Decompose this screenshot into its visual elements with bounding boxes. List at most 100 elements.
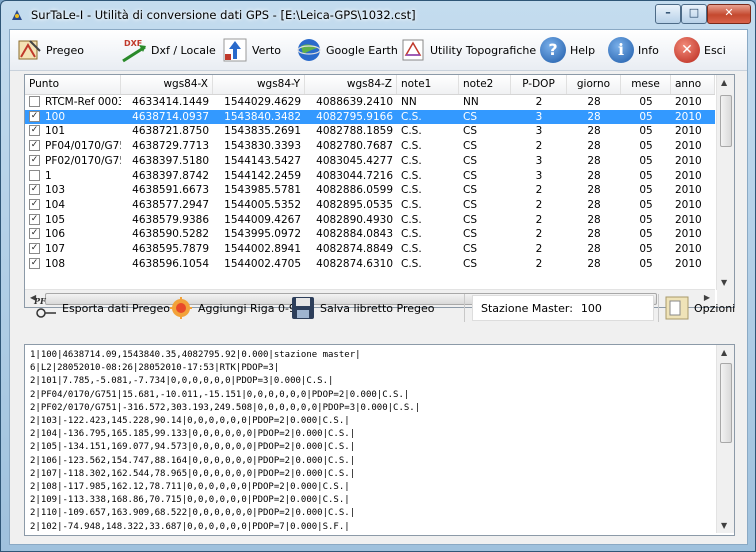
table-row[interactable]: 1 4638397.8742 1544142.2459 4083044.7216 C.S… bbox=[25, 169, 715, 184]
table-cell: 4082788.1859 bbox=[316, 125, 393, 138]
pregeo-button[interactable]: Pregeo bbox=[16, 36, 84, 64]
dxf-locale-button[interactable]: DXF Dxf / Locale bbox=[121, 36, 216, 64]
table-cell: 4082884.0843 bbox=[316, 228, 393, 241]
aggiungi-riga-button[interactable]: Aggiungi Riga 0-9 bbox=[168, 295, 296, 321]
save-floppy-icon bbox=[292, 297, 314, 319]
table-cell: 05 bbox=[639, 154, 653, 167]
column-header-wgs84-x[interactable]: wgs84-X bbox=[121, 75, 213, 94]
column-header-punto[interactable]: Punto bbox=[25, 75, 121, 94]
table-cell: 2 bbox=[535, 213, 543, 226]
table-cell: 1 bbox=[45, 169, 52, 182]
help-button[interactable]: ? Help bbox=[540, 36, 595, 64]
table-cell: 1543830.3393 bbox=[224, 140, 301, 153]
esci-button[interactable]: ✕ Esci bbox=[674, 36, 726, 64]
aggiungi-label: Aggiungi Riga 0-9 bbox=[198, 301, 296, 315]
scroll-down-arrow-icon[interactable]: ▼ bbox=[721, 521, 727, 530]
table-cell: 3 bbox=[535, 110, 543, 123]
row-checkbox[interactable]: ✓ bbox=[29, 198, 40, 210]
output-line: 2|103|-122.423,145.228,90.14|0,0,0,0,0,0… bbox=[30, 416, 350, 427]
table-cell: 106 bbox=[45, 228, 66, 241]
table-row[interactable]: ✓ 100 4638714.0937 1543840.3482 4082795.9166… bbox=[25, 109, 715, 125]
table-row[interactable]: ✓ 107 4638595.7879 1544002.8941 4082874.8849… bbox=[25, 242, 715, 257]
column-header-note1[interactable]: note1 bbox=[397, 75, 459, 94]
column-header-giorno[interactable]: giorno bbox=[567, 75, 621, 94]
column-header-wgs84-y[interactable]: wgs84-Y bbox=[213, 75, 305, 94]
table-cell: 101 bbox=[45, 125, 66, 138]
export-pregeo-icon: PF bbox=[33, 296, 56, 318]
grid-vertical-scrollbar[interactable]: ▲ ▼ bbox=[716, 75, 734, 290]
globe-icon bbox=[297, 39, 321, 61]
close-button[interactable]: ✕ bbox=[707, 4, 751, 24]
table-cell: 28 bbox=[587, 228, 601, 241]
google-earth-button[interactable]: Google Earth bbox=[296, 36, 398, 64]
row-checkbox[interactable]: ✓ bbox=[29, 125, 40, 137]
column-header-wgs84-z[interactable]: wgs84-Z bbox=[305, 75, 397, 94]
table-cell: 4638397.5180 bbox=[132, 154, 209, 167]
title-bar[interactable]: SurTaLe-I - Utilità di conversione dati … bbox=[1, 1, 755, 29]
info-button[interactable]: i Info bbox=[608, 36, 659, 64]
maximize-button[interactable]: □ bbox=[681, 4, 707, 24]
table-cell: 05 bbox=[639, 198, 653, 211]
table-cell: PF02/0170/G751 bbox=[45, 154, 121, 167]
add-row-icon bbox=[170, 297, 192, 319]
esporta-dati-pregeo-button[interactable]: PF Esporta dati Pregeo bbox=[32, 295, 170, 321]
stazione-master-value: 100 bbox=[580, 301, 602, 315]
output-line: 2|102|-74.948,148.322,33.687|0,0,0,0,0,0… bbox=[30, 521, 350, 532]
scroll-up-arrow-icon[interactable]: ▲ bbox=[721, 348, 727, 357]
esci-label: Esci bbox=[704, 43, 726, 57]
grid-header: Punto wgs84-X wgs84-Y wgs84-Z note1 note… bbox=[25, 75, 715, 95]
table-row[interactable]: RTCM-Ref 0003 4633414.1449 1544029.4629 408… bbox=[25, 95, 715, 110]
output-vertical-scrollbar[interactable]: ▲ ▼ bbox=[716, 345, 734, 533]
utility-topografiche-button[interactable]: Utility Topografiche bbox=[400, 36, 536, 64]
row-checkbox[interactable]: ✓ bbox=[29, 257, 40, 269]
column-header-note2[interactable]: note2 bbox=[459, 75, 511, 94]
grid-vertical-thumb[interactable] bbox=[720, 95, 732, 147]
table-cell: 104 bbox=[45, 198, 66, 211]
window-title: SurTaLe-I - Utilità di conversione dati … bbox=[31, 8, 416, 22]
stazione-master-field[interactable]: Stazione Master: 100 bbox=[472, 295, 654, 321]
verto-button[interactable]: Verto bbox=[222, 36, 281, 64]
output-vertical-thumb[interactable] bbox=[720, 363, 732, 443]
table-row[interactable]: ✓ 101 4638721.8750 1543835.2691 4082788.1859… bbox=[25, 124, 715, 139]
pregeo-output-textarea[interactable]: 1|100|4638714.09,1543840.35,4082795.92|0… bbox=[24, 344, 735, 536]
app-window: SurTaLe-I - Utilità di conversione dati … bbox=[0, 0, 756, 552]
salva-libretto-button[interactable]: Salva libretto Pregeo bbox=[290, 295, 435, 321]
table-cell: 1544005.5352 bbox=[224, 198, 301, 211]
points-grid[interactable]: Punto wgs84-X wgs84-Y wgs84-Z note1 note… bbox=[24, 74, 735, 308]
table-cell: 2010 bbox=[675, 140, 702, 153]
exit-icon: ✕ bbox=[674, 37, 700, 63]
row-checkbox[interactable]: ✓ bbox=[29, 228, 40, 240]
table-row[interactable]: ✓ PF02/0170/G751 4638397.5180 1544143.5427 4… bbox=[25, 154, 715, 169]
column-header-pdop[interactable]: P-DOP bbox=[511, 75, 567, 94]
table-cell: 28 bbox=[587, 110, 601, 123]
opzioni-button[interactable]: Opzioni bbox=[664, 295, 735, 321]
column-header-anno[interactable]: anno bbox=[671, 75, 715, 94]
minimize-button[interactable]: – bbox=[655, 4, 681, 24]
row-checkbox[interactable] bbox=[29, 169, 40, 181]
table-cell: 1543835.2691 bbox=[224, 125, 301, 138]
table-cell: C.S. bbox=[401, 184, 422, 197]
table-cell: 2 bbox=[535, 228, 543, 241]
table-row[interactable]: ✓ 104 4638577.2947 1544005.5352 4082895.0535… bbox=[25, 198, 715, 213]
row-checkbox[interactable]: ✓ bbox=[29, 110, 40, 122]
table-cell: 3 bbox=[535, 154, 543, 167]
table-row[interactable]: ✓ 103 4638591.6673 1543985.5781 4082886.0599… bbox=[25, 183, 715, 198]
scroll-down-arrow-icon[interactable]: ▼ bbox=[721, 278, 727, 287]
table-cell: C.S. bbox=[401, 140, 422, 153]
pregeo-label: Pregeo bbox=[46, 43, 84, 57]
row-checkbox[interactable] bbox=[29, 96, 40, 107]
table-cell: 05 bbox=[639, 257, 653, 270]
row-checkbox[interactable]: ✓ bbox=[29, 140, 40, 152]
table-cell: C.S. bbox=[401, 169, 422, 182]
table-row[interactable]: ✓ 106 4638590.5282 1543995.0972 4082884.0843… bbox=[25, 227, 715, 242]
row-checkbox[interactable]: ✓ bbox=[29, 154, 40, 166]
table-row[interactable]: ✓ 105 4638579.9386 1544009.4267 4082890.4930… bbox=[25, 213, 715, 228]
scroll-up-arrow-icon[interactable]: ▲ bbox=[721, 78, 727, 87]
row-checkbox[interactable]: ✓ bbox=[29, 184, 40, 196]
table-row[interactable]: ✓ PF04/0170/G751 4638729.7713 1543830.3393 4… bbox=[25, 139, 715, 154]
row-checkbox[interactable]: ✓ bbox=[29, 213, 40, 225]
column-header-mese[interactable]: mese bbox=[621, 75, 671, 94]
row-checkbox[interactable]: ✓ bbox=[29, 243, 40, 254]
table-row[interactable]: ✓ 108 4638596.1054 1544002.4705 4082874.6310… bbox=[25, 257, 715, 272]
table-cell: C.S. bbox=[401, 257, 422, 270]
